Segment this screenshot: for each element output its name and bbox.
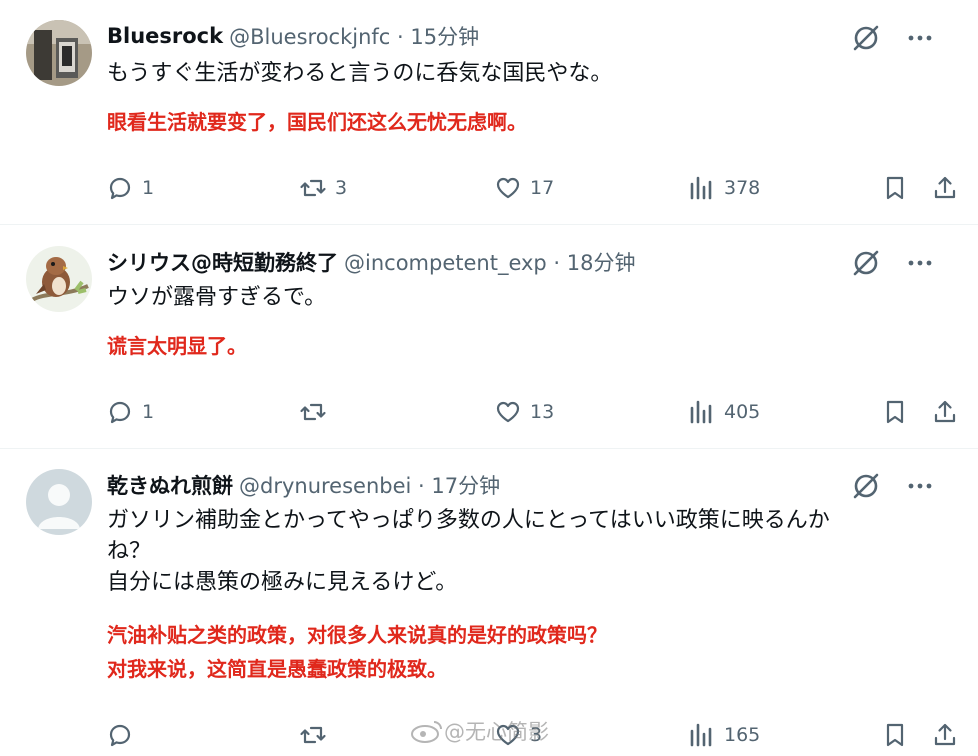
reply-icon <box>109 401 131 424</box>
display-name[interactable]: シリウス@時短勤務終了 <box>107 247 338 277</box>
retweet-count: 3 <box>335 177 348 199</box>
like-icon <box>496 177 520 199</box>
reply-button[interactable] <box>106 718 142 752</box>
tweet[interactable]: 乾きぬれ煎餅 @drynuresenbei · 17分钟 ガソリン補助金とかって… <box>0 449 978 756</box>
retweet-icon <box>300 726 326 744</box>
bookmark-icon[interactable] <box>881 721 909 749</box>
weibo-logo-icon <box>411 721 442 743</box>
avatar[interactable] <box>26 20 92 86</box>
avatar[interactable] <box>26 246 92 312</box>
like-count: 13 <box>530 401 555 423</box>
translation-line: 汽油补贴之类的政策，对很多人来说真的是好的政策吗？ <box>107 623 607 647</box>
bookmark-icon[interactable] <box>881 398 909 426</box>
reply-count: 1 <box>142 401 155 423</box>
like-button[interactable]: 17 <box>494 171 554 205</box>
reply-icon <box>109 724 131 747</box>
tweet-text: ウソが露骨すぎるで。 <box>107 282 937 313</box>
translation-text: 眼看生活就要变了，国民们还这么无忧无虑啊。 <box>107 105 937 139</box>
tweet[interactable]: Bluesrock @Bluesrockjnfc · 15分钟 もうすぐ生活が変… <box>0 0 978 224</box>
avatar-photo <box>26 20 92 86</box>
views-button[interactable]: 378 <box>688 171 760 205</box>
share-icon[interactable] <box>931 721 959 749</box>
watermark: @无心简影 <box>410 716 549 746</box>
tweet[interactable]: シリウス@時短勤務終了 @incompetent_exp · 18分钟 ウソが露… <box>0 225 978 448</box>
translation-line: 谎言太明显了。 <box>107 334 247 358</box>
translation-line: 对我来说，这简直是愚蠢政策的极致。 <box>107 657 447 681</box>
avatar[interactable] <box>26 469 92 535</box>
views-icon <box>690 400 712 424</box>
action-bar: 1 3 17 378 <box>0 171 978 205</box>
action-bar: 1 13 405 <box>0 395 978 429</box>
retweet-icon <box>300 179 326 197</box>
views-icon <box>690 176 712 200</box>
watermark-text: @无心简影 <box>444 720 549 744</box>
translation-text: 谎言太明显了。 <box>107 329 937 363</box>
translation-line: 眼看生活就要变了，国民们还这么无忧无虑啊。 <box>107 110 527 134</box>
more-icon[interactable] <box>904 247 936 279</box>
view-count: 378 <box>724 177 761 199</box>
like-count: 17 <box>530 177 555 199</box>
share-icon[interactable] <box>931 174 959 202</box>
views-icon <box>690 723 712 747</box>
like-icon <box>496 401 520 423</box>
views-button[interactable]: 165 <box>688 718 760 752</box>
tweet-text: ガソリン補助金とかってやっぱり多数の人にとってはいい政策に映るんか ね？ 自分に… <box>107 505 937 598</box>
retweet-button[interactable] <box>299 718 335 752</box>
handle-and-time[interactable]: @drynuresenbei · 17分钟 <box>239 470 500 500</box>
translation-text: 汽油补贴之类的政策，对很多人来说真的是好的政策吗？ 对我来说，这简直是愚蠢政策的… <box>107 618 937 686</box>
grok-icon[interactable] <box>850 247 882 279</box>
display-name[interactable]: Bluesrock <box>107 24 223 48</box>
more-icon[interactable] <box>904 470 936 502</box>
tweet-header: シリウス@時短勤務終了 @incompetent_exp · 18分钟 <box>107 246 636 278</box>
retweet-button[interactable]: 3 <box>299 171 347 205</box>
tweet-text-line: もうすぐ生活が変わると言うのに呑気な国民やな。 <box>107 61 613 86</box>
retweet-icon <box>300 403 326 421</box>
reply-count: 1 <box>142 177 155 199</box>
share-icon[interactable] <box>931 398 959 426</box>
reply-icon <box>109 177 131 200</box>
handle-and-time[interactable]: @incompetent_exp · 18分钟 <box>344 247 636 277</box>
handle-and-time[interactable]: @Bluesrockjnfc · 15分钟 <box>229 21 479 51</box>
tweet-header: 乾きぬれ煎餅 @drynuresenbei · 17分钟 <box>107 469 500 501</box>
grok-icon[interactable] <box>850 22 882 54</box>
reply-button[interactable]: 1 <box>106 395 154 429</box>
more-icon[interactable] <box>904 22 936 54</box>
tweet-text-line: 自分には愚策の極みに見えるけど。 <box>107 570 458 595</box>
reply-button[interactable]: 1 <box>106 171 154 205</box>
view-count: 165 <box>724 724 761 746</box>
display-name[interactable]: 乾きぬれ煎餅 <box>107 470 233 500</box>
tweet-text-line: ウソが露骨すぎるで。 <box>107 285 327 310</box>
avatar-bird <box>26 246 92 312</box>
grok-icon[interactable] <box>850 470 882 502</box>
tweet-text-line: ね？ <box>107 539 152 564</box>
retweet-button[interactable] <box>299 395 335 429</box>
view-count: 405 <box>724 401 761 423</box>
bookmark-icon[interactable] <box>881 174 909 202</box>
tweet-header: Bluesrock @Bluesrockjnfc · 15分钟 <box>107 20 479 52</box>
like-button[interactable]: 13 <box>494 395 554 429</box>
tweet-text-line: ガソリン補助金とかってやっぱり多数の人にとってはいい政策に映るんか <box>107 508 830 533</box>
tweet-text: もうすぐ生活が変わると言うのに呑気な国民やな。 <box>107 58 937 89</box>
default-avatar <box>26 469 92 535</box>
views-button[interactable]: 405 <box>688 395 760 429</box>
